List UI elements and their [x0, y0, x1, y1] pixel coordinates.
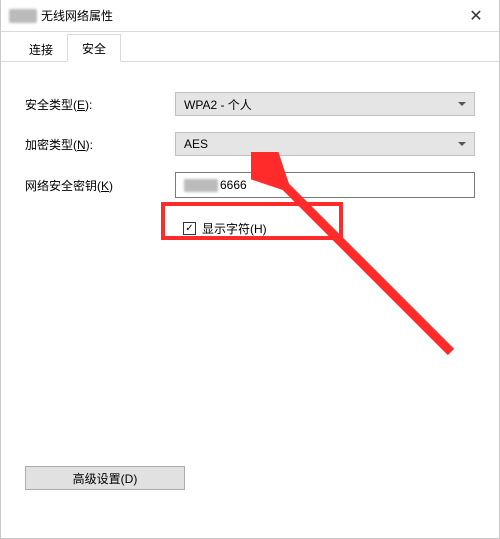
select-encrypt-type[interactable]: AES: [175, 132, 475, 156]
window-title: 无线网络属性: [41, 7, 113, 24]
label-network-key: 网络安全密钥(K): [25, 177, 175, 194]
title-obscured-prefix: [9, 9, 37, 23]
row-show-characters: ✓ 显示字符(H): [175, 214, 335, 243]
label-encrypt-type: 加密类型(N):: [25, 136, 175, 153]
checkmark-icon: ✓: [185, 224, 193, 234]
label-show-characters: 显示字符(H): [202, 220, 267, 237]
select-security-type[interactable]: WPA2 - 个人: [175, 92, 475, 116]
advanced-settings-label: 高级设置(D): [73, 470, 138, 487]
tab-connection[interactable]: 连接: [15, 36, 67, 62]
tabstrip: 连接 安全: [1, 36, 499, 62]
checkbox-show-characters[interactable]: ✓: [183, 222, 196, 235]
close-icon: ✕: [469, 6, 482, 26]
form-area: 安全类型(E): WPA2 - 个人 加密类型(N): AES: [1, 62, 499, 243]
row-security-type: 安全类型(E): WPA2 - 个人: [25, 92, 475, 116]
input-network-key[interactable]: 6666: [175, 172, 475, 198]
advanced-settings-button[interactable]: 高级设置(D): [25, 466, 185, 490]
titlebar: 无线网络属性 ✕: [1, 0, 499, 32]
network-key-obscured: [184, 179, 218, 192]
close-button[interactable]: ✕: [453, 0, 499, 32]
network-key-visible: 6666: [220, 178, 247, 192]
select-security-type-value: WPA2 - 个人: [184, 96, 252, 113]
row-encrypt-type: 加密类型(N): AES: [25, 132, 475, 156]
row-network-key: 网络安全密钥(K) 6666: [25, 172, 475, 198]
select-encrypt-type-value: AES: [184, 137, 208, 151]
label-security-type: 安全类型(E):: [25, 96, 175, 113]
tab-security[interactable]: 安全: [67, 34, 121, 62]
